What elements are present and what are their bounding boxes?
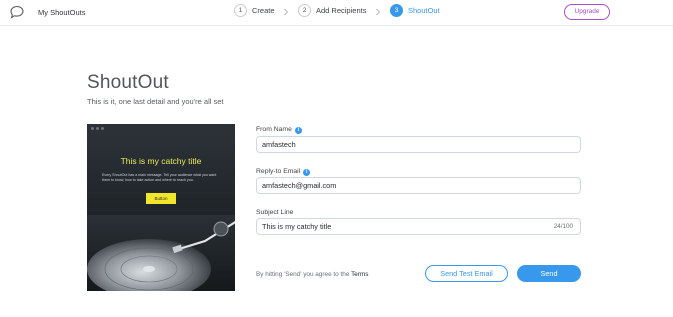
from-name-label: From Name i [256, 126, 302, 134]
terms-notice: By hitting 'Send' you agree to the Terms [256, 271, 368, 278]
subject-line-field[interactable]: 24/100 [256, 218, 581, 235]
step-label: Create [252, 6, 275, 15]
from-name-label-text: From Name [256, 126, 292, 133]
reply-to-label: Reply-to Email i [256, 168, 311, 176]
step-number: 1 [234, 4, 247, 17]
window-dot-icon [91, 127, 94, 130]
step-label: ShoutOut [408, 6, 440, 15]
from-name-input[interactable] [262, 139, 532, 150]
from-name-field[interactable] [256, 136, 581, 153]
reply-to-field[interactable] [256, 177, 581, 194]
step-shoutout[interactable]: 3 ShoutOut [390, 4, 440, 17]
upgrade-button[interactable]: Upgrade [564, 4, 610, 20]
character-counter: 24/100 [553, 223, 573, 230]
terms-text: By hitting 'Send' you agree to the [256, 271, 350, 278]
chevron-right-icon [376, 8, 381, 16]
window-dot-icon [101, 127, 104, 130]
app-title[interactable]: My ShoutOuts [38, 8, 86, 17]
window-dot-icon [96, 127, 99, 130]
step-label: Add Recipients [316, 6, 367, 15]
preview-headline: This is my catchy title [120, 156, 202, 166]
send-button[interactable]: Send [517, 265, 581, 282]
info-icon[interactable]: i [294, 127, 302, 134]
page-title: ShoutOut [87, 72, 169, 93]
reply-to-label-text: Reply-to Email [256, 168, 301, 175]
subject-line-label-text: Subject Line [256, 209, 294, 216]
subject-line-input[interactable] [262, 221, 532, 232]
step-number: 3 [390, 4, 403, 17]
top-bar: My ShoutOuts 1 Create 2 Add Recipients 3… [0, 0, 673, 26]
reply-to-input[interactable] [262, 180, 532, 191]
info-icon[interactable]: i [303, 169, 311, 176]
preview-hero: This is my catchy title Every ShoutOut h… [87, 133, 235, 215]
preview-body: Every ShoutOut has a main message. Tell … [102, 173, 217, 182]
preview-window-bar [87, 124, 235, 133]
chevron-right-icon [284, 8, 289, 16]
send-test-email-button[interactable]: Send Test Email [425, 265, 508, 282]
speech-bubble-icon[interactable] [9, 5, 25, 19]
step-number: 2 [298, 4, 311, 17]
preview-button: Button [146, 193, 176, 204]
turntable-image [87, 215, 235, 291]
shoutout-preview[interactable]: This is my catchy title Every ShoutOut h… [87, 124, 235, 291]
terms-link[interactable]: Terms [351, 271, 368, 278]
step-add-recipients[interactable]: 2 Add Recipients [298, 4, 366, 17]
page-subtitle: This is it, one last detail and you're a… [87, 97, 224, 106]
subject-line-label: Subject Line [256, 209, 293, 216]
step-create[interactable]: 1 Create [234, 4, 275, 17]
